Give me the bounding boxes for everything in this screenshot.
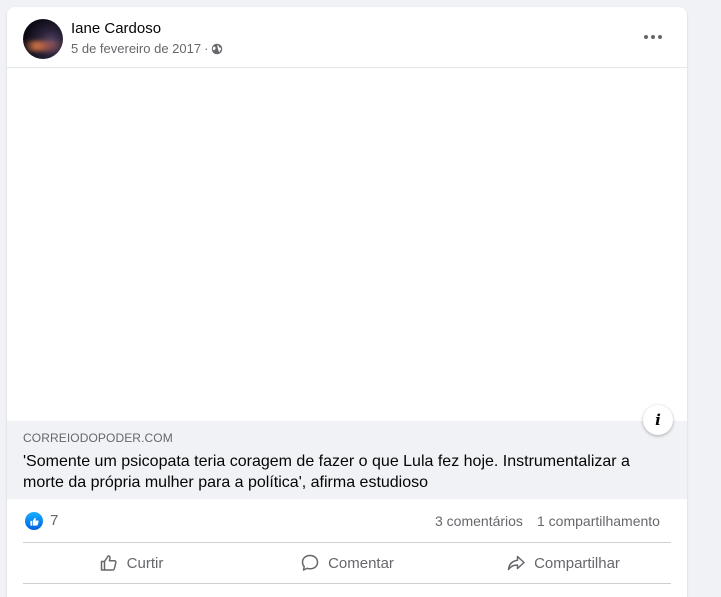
share-button[interactable]: Compartilhar bbox=[455, 543, 671, 583]
reaction-count[interactable]: 7 bbox=[50, 512, 58, 529]
post-date[interactable]: 5 de fevereiro de 2017 bbox=[71, 41, 201, 56]
comments-count[interactable]: 3 comentários bbox=[435, 513, 523, 529]
share-icon bbox=[507, 555, 525, 571]
meta-separator: · bbox=[204, 41, 209, 56]
comment-button[interactable]: Comentar bbox=[239, 543, 455, 583]
more-options-icon[interactable] bbox=[635, 25, 671, 49]
comment-icon bbox=[301, 554, 319, 571]
link-domain: CORREIODOPODER.COM bbox=[23, 431, 173, 445]
post-card: Iane Cardoso 5 de fevereiro de 2017 · CO… bbox=[7, 7, 687, 597]
link-headline[interactable]: 'Somente um psicopata teria coragem de f… bbox=[23, 451, 663, 493]
avatar[interactable] bbox=[23, 19, 63, 59]
comment-label: Comentar bbox=[328, 554, 394, 572]
post-meta: 5 de fevereiro de 2017 · bbox=[71, 41, 223, 56]
shares-count[interactable]: 1 compartilhamento bbox=[537, 513, 660, 529]
link-image[interactable] bbox=[7, 67, 687, 422]
share-label: Compartilhar bbox=[534, 554, 620, 572]
post-header: Iane Cardoso 5 de fevereiro de 2017 · bbox=[7, 7, 687, 67]
link-preview[interactable]: CORREIODOPODER.COM 'Somente um psicopata… bbox=[7, 421, 687, 499]
author-name[interactable]: Iane Cardoso bbox=[71, 20, 161, 37]
like-button[interactable]: Curtir bbox=[23, 543, 239, 583]
thumbs-up-icon bbox=[100, 555, 117, 571]
divider bbox=[23, 583, 671, 584]
action-bar: Curtir Comentar Compartilhar bbox=[23, 543, 671, 583]
globe-icon bbox=[211, 43, 223, 55]
reactions-bar: 7 3 comentários 1 compartilhamento bbox=[7, 499, 687, 541]
like-label: Curtir bbox=[126, 554, 164, 572]
info-icon[interactable]: i bbox=[643, 405, 673, 435]
like-icon[interactable] bbox=[25, 512, 43, 530]
